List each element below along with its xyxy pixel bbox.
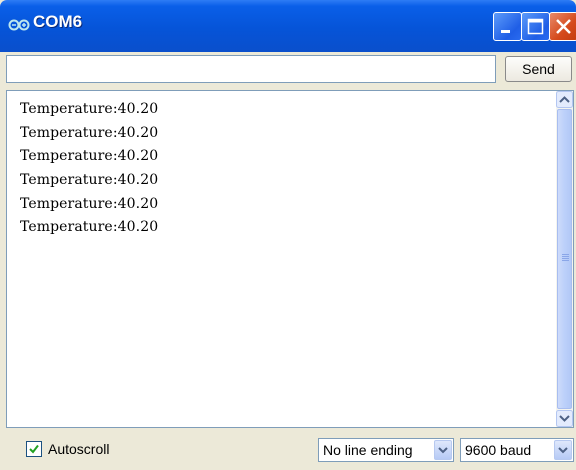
autoscroll-label[interactable]: Autoscroll xyxy=(48,441,109,457)
output-line: Temperature:40.20 xyxy=(20,172,159,189)
scrollbar-thumb[interactable] xyxy=(557,109,572,409)
send-input[interactable] xyxy=(6,55,496,83)
grip-line xyxy=(562,260,569,261)
serial-output-lines: Temperature:40.20 Temperature:40.20 Temper… xyxy=(20,98,158,240)
dropdown-button[interactable] xyxy=(434,440,452,460)
autoscroll-checkbox[interactable] xyxy=(26,441,42,457)
grip-line xyxy=(562,256,569,257)
line-ending-select[interactable]: No line ending xyxy=(318,438,454,462)
title-bar[interactable]: COM6 xyxy=(0,0,576,52)
chevron-down-icon xyxy=(558,447,568,454)
close-icon xyxy=(556,19,571,34)
scroll-down-icon[interactable] xyxy=(556,410,573,427)
maximize-button[interactable] xyxy=(521,12,550,41)
maximize-icon xyxy=(527,18,544,35)
grip-line xyxy=(562,258,569,259)
close-button[interactable] xyxy=(549,12,576,41)
output-line: Temperature:40.20 xyxy=(20,101,159,117)
dropdown-button[interactable] xyxy=(554,440,572,460)
output-line: Temperature:40.20 xyxy=(20,124,159,141)
infinity-icon xyxy=(8,19,30,31)
checkmark-icon xyxy=(29,444,39,454)
output-line: Temperature:40.20 xyxy=(20,148,159,165)
serial-output[interactable]: Temperature:40.20 Temperature:40.20 Temper… xyxy=(6,90,556,428)
output-line: Temperature:40.20 xyxy=(20,219,159,236)
send-button[interactable]: Send xyxy=(505,56,572,82)
minimize-icon xyxy=(501,30,510,33)
scroll-up-icon[interactable] xyxy=(556,91,573,108)
window-title: COM6 xyxy=(33,12,83,31)
status-bar: Autoscroll No line ending 9600 baud xyxy=(0,430,576,470)
baud-rate-select[interactable]: 9600 baud xyxy=(460,438,574,462)
chevron-down-icon xyxy=(438,447,448,454)
baud-rate-value: 9600 baud xyxy=(465,442,532,458)
line-ending-value: No line ending xyxy=(323,442,413,458)
minimize-button[interactable] xyxy=(493,12,522,41)
vertical-scrollbar[interactable] xyxy=(556,90,574,428)
grip-line xyxy=(562,254,569,255)
output-line: Temperature:40.20 xyxy=(20,195,159,212)
